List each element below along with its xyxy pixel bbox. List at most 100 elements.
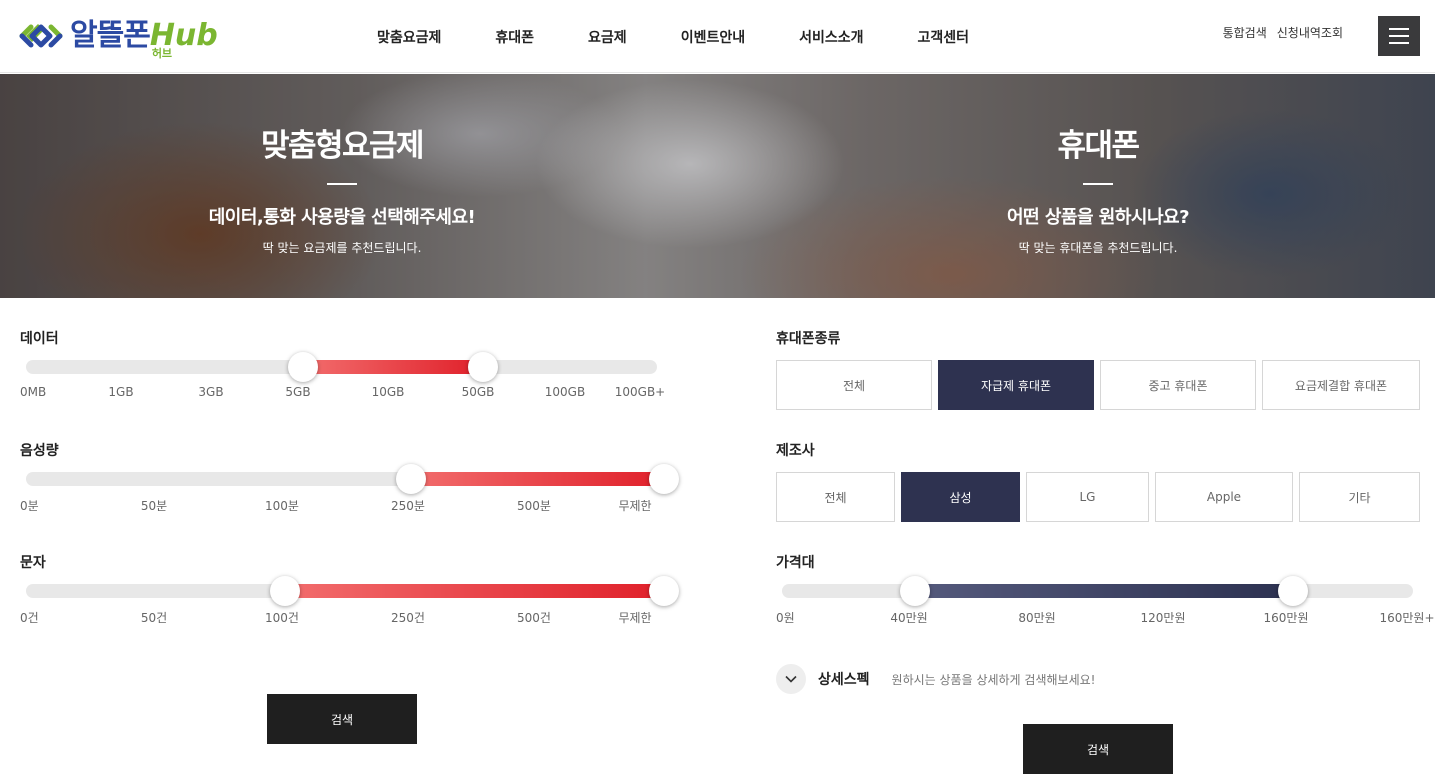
phone-type-bundle-button[interactable]: 요금제결합 휴대폰 [1262,360,1420,410]
tick-label: 160만원 [1263,611,1309,625]
maker-samsung-button[interactable]: 삼성 [901,472,1020,522]
hamburger-menu-button[interactable] [1378,16,1420,56]
hero-phone-subtitle: 어떤 상품을 원하시나요? [1006,207,1190,228]
tick-label: 무제한 [618,499,652,513]
phone-type-options: 전체 자급제 휴대폰 중고 휴대폰 요금제결합 휴대폰 [776,360,1420,410]
maker-lg-button[interactable]: LG [1026,472,1149,522]
site-header: 알뜰폰 Hub 허브 맞춤요금제 휴대폰 요금제 이벤트안내 서비스소개 고객센… [0,0,1435,73]
chevron-down-icon [785,675,797,683]
hamburger-icon-line [1389,28,1409,30]
maker-apple-button[interactable]: Apple [1155,472,1293,522]
hero-plan-title: 맞춤형요금제 [260,128,425,164]
logo-text: 알뜰폰 [70,18,151,53]
sms-label: 문자 [20,555,46,571]
maker-all-button[interactable]: 전체 [776,472,895,522]
tick-label: 100GB+ [614,385,666,399]
plan-search-button[interactable]: 검색 [267,694,417,744]
tick-label: 0건 [20,611,39,625]
sms-ticks: 0건 50건 100건 250건 500건 무제한 [20,609,680,625]
slider-thumb-max[interactable] [649,576,679,606]
tick-label: 0MB [20,385,47,399]
util-history-link[interactable]: 신청내역조회 [1277,24,1343,41]
tick-label: 50분 [140,499,168,513]
util-links: 통합검색 신청내역조회 [1223,24,1343,41]
phone-type-unlocked-button[interactable]: 자급제 휴대폰 [938,360,1094,410]
tick-label: 250분 [391,499,425,513]
util-search-link[interactable]: 통합검색 [1223,24,1267,41]
tick-label: 80만원 [1018,611,1056,625]
nav-item-support[interactable]: 고객센터 [918,27,970,47]
price-slider[interactable] [782,576,1413,606]
tick-label: 40만원 [890,611,928,625]
tick-label: 100GB [544,385,586,399]
maker-etc-button[interactable]: 기타 [1299,472,1420,522]
voice-ticks: 0분 50분 100분 250분 500분 무제한 [20,497,680,513]
detail-spec-desc: 원하시는 상품을 상세하게 검색해보세요! [891,672,1096,687]
slider-thumb-min[interactable] [288,352,318,382]
tick-label: 5GB [285,385,311,399]
voice-slider[interactable] [26,464,679,494]
tick-label: 3GB [198,385,224,399]
tick-label: 0분 [20,499,39,513]
tick-label: 100건 [265,611,299,625]
hero-banner: 맞춤형요금제 데이터,통화 사용량을 선택해주세요! 딱 맞는 요금제를 추천드… [0,74,1435,298]
slider-thumb-min[interactable] [270,576,300,606]
nav-item-plan[interactable]: 요금제 [588,27,627,47]
logo[interactable]: 알뜰폰 Hub 허브 [18,14,218,60]
logo-mark-icon [19,24,63,48]
tick-label: 250건 [391,611,425,625]
phone-type-label: 휴대폰종류 [776,331,841,347]
phone-type-all-button[interactable]: 전체 [776,360,932,410]
hero-divider [327,183,357,185]
hero-plan-desc: 딱 맞는 요금제를 추천드립니다. [262,241,422,255]
sms-slider[interactable] [26,576,679,606]
slider-range [303,360,483,374]
slider-range [411,472,664,486]
tick-label: 10GB [371,385,405,399]
maker-options: 전체 삼성 LG Apple 기타 [776,472,1420,522]
hamburger-icon-line [1389,35,1409,37]
hero-plan-subtitle: 데이터,통화 사용량을 선택해주세요! [208,207,476,228]
hero-phone-desc: 딱 맞는 휴대폰을 추천드립니다. [1018,241,1178,255]
data-label: 데이터 [20,331,59,347]
hero-phone-title: 휴대폰 [1057,128,1140,164]
nav-item-phone[interactable]: 휴대폰 [495,27,534,47]
phone-type-used-button[interactable]: 중고 휴대폰 [1100,360,1256,410]
slider-thumb-min[interactable] [900,576,930,606]
main-nav: 맞춤요금제 휴대폰 요금제 이벤트안내 서비스소개 고객센터 [352,0,969,73]
phone-search-button[interactable]: 검색 [1023,724,1173,774]
voice-label: 음성량 [20,443,59,459]
tick-label: 1GB [108,385,134,399]
hero-plan: 맞춤형요금제 데이터,통화 사용량을 선택해주세요! 딱 맞는 요금제를 추천드… [92,74,592,298]
nav-item-custom-plan[interactable]: 맞춤요금제 [377,27,441,47]
data-slider[interactable] [26,352,657,382]
tick-label: 500분 [517,499,551,513]
nav-item-event[interactable]: 이벤트안내 [681,27,745,47]
slider-thumb-max[interactable] [1278,576,1308,606]
hero-phone: 휴대폰 어떤 상품을 원하시나요? 딱 맞는 휴대폰을 추천드립니다. [848,74,1348,298]
tick-label: 50건 [140,611,168,625]
slider-range [915,584,1293,598]
slider-thumb-min[interactable] [396,464,426,494]
tick-label: 500건 [517,611,551,625]
logo-hub-text: Hub 허브 [150,21,218,60]
slider-thumb-max[interactable] [468,352,498,382]
hamburger-icon-line [1389,42,1409,44]
maker-label: 제조사 [776,443,815,459]
logo-sub-text: 허브 [151,47,173,60]
detail-spec-toggle[interactable] [776,664,806,694]
tick-label: 120만원 [1140,611,1186,625]
tick-label: 무제한 [618,611,652,625]
nav-item-service[interactable]: 서비스소개 [799,27,863,47]
tick-label: 100분 [265,499,299,513]
price-label: 가격대 [776,555,815,571]
price-ticks: 0원 40만원 80만원 120만원 160만원 160만원+ [776,609,1435,625]
tick-label: 0원 [776,611,795,625]
detail-spec: 상세스펙 원하시는 상품을 상세하게 검색해보세요! [776,664,1095,694]
hero-divider [1083,183,1113,185]
slider-range [285,584,664,598]
detail-spec-title: 상세스펙 [818,672,870,688]
tick-label: 160만원+ [1379,611,1435,625]
tick-label: 50GB [461,385,495,399]
slider-thumb-max[interactable] [649,464,679,494]
